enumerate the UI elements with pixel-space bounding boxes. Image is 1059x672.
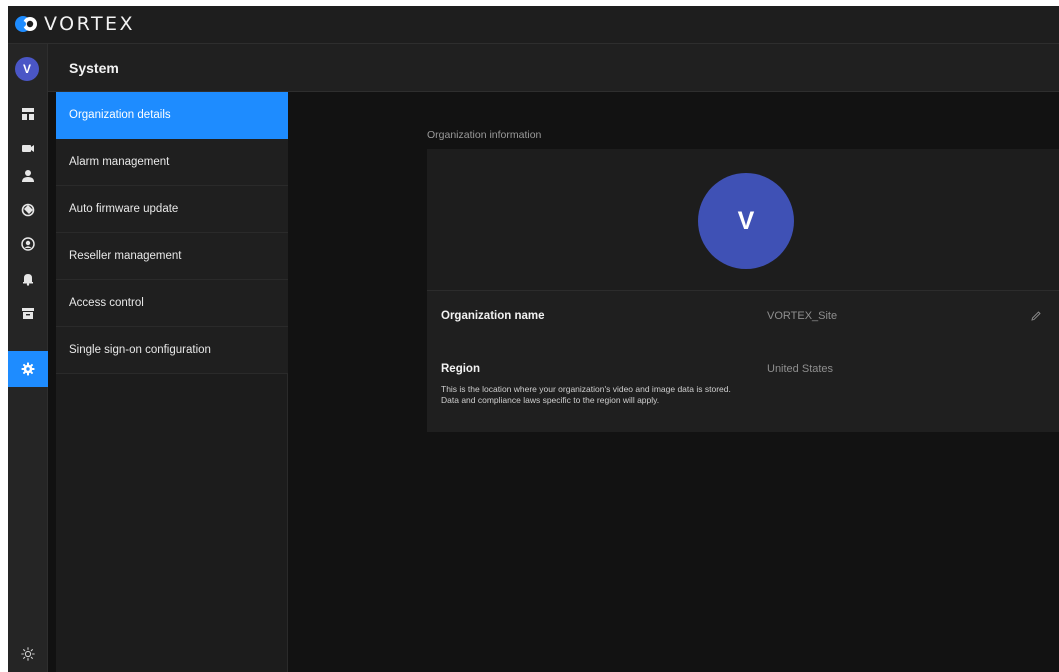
nav-dashboard[interactable] — [8, 97, 48, 131]
organization-name-value: VORTEX_Site — [767, 310, 838, 322]
bell-icon — [23, 274, 33, 286]
account-circle-icon — [21, 237, 35, 251]
brand-name: VORTEX — [44, 13, 136, 35]
nav-users[interactable] — [8, 159, 48, 193]
nav-account[interactable] — [8, 227, 48, 261]
avatar-area: V — [427, 149, 1059, 291]
nav-rail: V — [8, 44, 48, 672]
organization-avatar[interactable]: V — [698, 173, 794, 269]
menu-item-alarm-management[interactable]: Alarm management — [56, 139, 288, 186]
user-avatar[interactable]: V — [15, 57, 39, 81]
dashboard-icon — [22, 108, 34, 120]
app-window: VORTEX V System Organization details Ala… — [8, 6, 1059, 672]
pencil-icon — [1031, 311, 1041, 321]
organization-name-label: Organization name — [441, 310, 545, 322]
nav-tags[interactable] — [8, 193, 48, 227]
region-value: United States — [767, 363, 834, 375]
user-icon — [22, 170, 34, 182]
region-description: This is the location where your organiza… — [441, 384, 731, 405]
gear-icon — [21, 362, 35, 376]
top-bar: VORTEX — [8, 6, 1059, 44]
menu-item-organization-details[interactable]: Organization details — [56, 92, 288, 139]
menu-item-auto-firmware-update[interactable]: Auto firmware update — [56, 186, 288, 233]
archive-icon — [22, 308, 34, 319]
menu-item-access-control[interactable]: Access control — [56, 280, 288, 327]
camera-icon — [22, 145, 34, 152]
theme-toggle[interactable] — [8, 637, 48, 671]
tag-icon — [21, 203, 35, 217]
settings-menu: Organization details Alarm management Au… — [56, 92, 288, 672]
vortex-logo-icon — [14, 13, 38, 35]
menu-item-single-sign-on[interactable]: Single sign-on configuration — [56, 327, 288, 374]
main-content: Organization information V Organization … — [288, 92, 1059, 672]
section-label: Organization information — [427, 129, 542, 141]
region-label: Region — [441, 363, 480, 375]
organization-card: V Organization name VORTEX_Site Region U… — [427, 149, 1059, 432]
brand-logo[interactable]: VORTEX — [14, 13, 135, 35]
nav-system[interactable] — [8, 351, 48, 387]
edit-organization-name-button[interactable] — [1030, 309, 1042, 321]
menu-item-reseller-management[interactable]: Reseller management — [56, 233, 288, 280]
sun-icon — [21, 647, 35, 661]
nav-notifications[interactable] — [8, 262, 48, 296]
nav-archive[interactable] — [8, 296, 48, 330]
page-header: System — [48, 44, 1059, 92]
page-title: System — [69, 60, 119, 76]
